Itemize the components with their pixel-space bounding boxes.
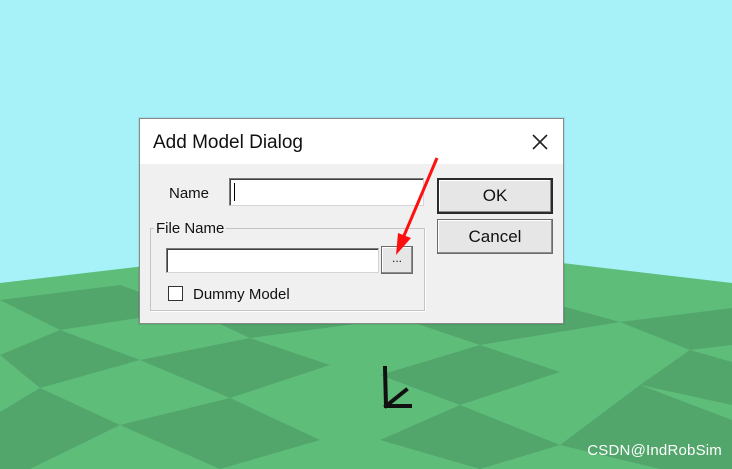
red-arrow-annotation xyxy=(396,157,439,255)
watermark: CSDN@IndRobSim xyxy=(587,442,722,459)
